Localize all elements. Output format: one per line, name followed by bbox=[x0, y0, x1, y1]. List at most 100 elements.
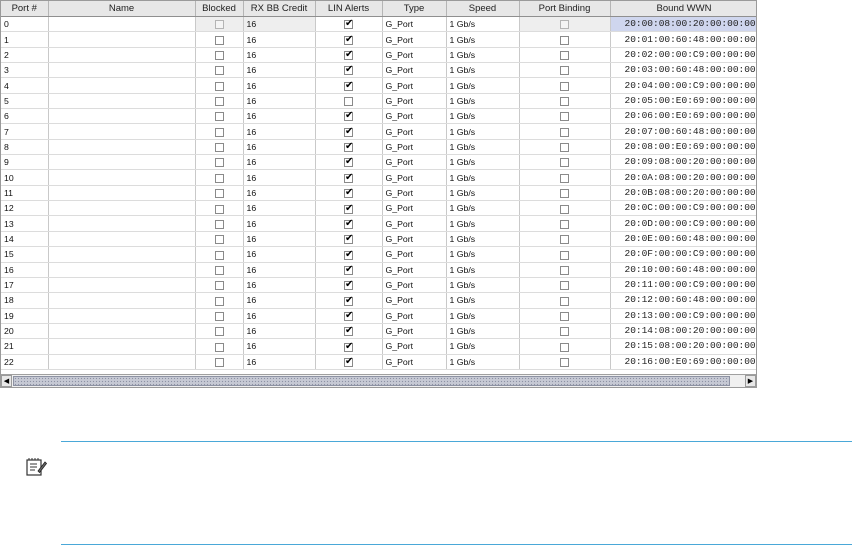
lin-alerts-checkbox[interactable] bbox=[344, 34, 353, 46]
scroll-left-arrow-icon[interactable]: ◀ bbox=[1, 375, 12, 387]
bound-wwn-cell[interactable]: 20:0D:00:00:C9:00:00:00 bbox=[610, 215, 756, 232]
port-name-cell[interactable] bbox=[48, 185, 196, 202]
table-row[interactable]: 21 16 G_Port1 Gb/s 20:15:08:00:20:00:00:00 bbox=[1, 338, 756, 355]
table-row[interactable]: 8 16 G_Port1 Gb/s 20:08:00:E0:69:00:00:00 bbox=[1, 139, 756, 156]
lin-alerts-checkbox[interactable] bbox=[344, 295, 353, 307]
rx-bb-credit-cell[interactable]: 16 bbox=[243, 47, 316, 64]
port-binding-checkbox[interactable] bbox=[560, 81, 569, 91]
port-binding-checkbox[interactable] bbox=[560, 219, 569, 229]
blocked-checkbox[interactable] bbox=[214, 342, 224, 352]
port-binding-checkbox[interactable] bbox=[560, 127, 569, 137]
blocked-checkbox[interactable] bbox=[214, 311, 224, 321]
lin-alerts-checkbox[interactable] bbox=[344, 341, 353, 353]
lin-alerts-checkbox[interactable] bbox=[344, 233, 353, 245]
rx-bb-credit-cell[interactable]: 16 bbox=[243, 338, 316, 355]
port-binding-checkbox[interactable] bbox=[560, 143, 569, 153]
bound-wwn-cell[interactable]: 20:15:08:00:20:00:00:00 bbox=[610, 338, 756, 355]
blocked-checkbox[interactable] bbox=[214, 173, 224, 183]
rx-bb-credit-cell[interactable]: 16 bbox=[243, 308, 316, 324]
rx-bb-credit-cell[interactable]: 16 bbox=[243, 277, 316, 294]
bound-wwn-cell[interactable]: 20:0A:08:00:20:00:00:00 bbox=[610, 169, 756, 186]
port-binding-checkbox[interactable] bbox=[560, 281, 569, 291]
blocked-checkbox[interactable] bbox=[214, 127, 224, 137]
table-row[interactable]: 9 16 G_Port1 Gb/s 20:09:08:00:20:00:00:00 bbox=[1, 154, 756, 171]
port-name-cell[interactable] bbox=[48, 338, 196, 355]
port-binding-checkbox[interactable] bbox=[560, 204, 569, 214]
port-binding-checkbox[interactable] bbox=[560, 112, 569, 122]
rx-bb-credit-cell[interactable]: 16 bbox=[243, 62, 316, 79]
bound-wwn-cell[interactable]: 20:16:00:E0:69:00:00:00 bbox=[610, 354, 756, 370]
rx-bb-credit-cell[interactable]: 16 bbox=[243, 185, 316, 202]
blocked-checkbox[interactable] bbox=[214, 296, 224, 306]
table-row[interactable]: 15 16 G_Port1 Gb/s 20:0F:00:00:C9:00:00:00 bbox=[1, 246, 756, 263]
blocked-checkbox[interactable] bbox=[214, 219, 224, 229]
bound-wwn-cell[interactable]: 20:11:00:00:C9:00:00:00 bbox=[610, 277, 756, 294]
column-header-name[interactable]: Name bbox=[48, 1, 196, 17]
lin-alerts-checkbox[interactable] bbox=[344, 18, 353, 30]
port-name-cell[interactable] bbox=[48, 16, 196, 33]
port-name-cell[interactable] bbox=[48, 77, 196, 94]
port-name-cell[interactable] bbox=[48, 277, 196, 294]
lin-alerts-checkbox[interactable] bbox=[344, 218, 353, 230]
bound-wwn-cell[interactable]: 20:12:00:60:48:00:00:00 bbox=[610, 292, 756, 309]
lin-alerts-checkbox[interactable] bbox=[344, 97, 353, 107]
port-name-cell[interactable] bbox=[48, 47, 196, 64]
port-binding-checkbox[interactable] bbox=[560, 158, 569, 168]
blocked-checkbox[interactable] bbox=[214, 112, 224, 122]
lin-alerts-checkbox[interactable] bbox=[344, 203, 353, 215]
blocked-checkbox[interactable] bbox=[214, 51, 224, 61]
table-row[interactable]: 10 16 G_Port1 Gb/s 20:0A:08:00:20:00:00:00 bbox=[1, 169, 756, 186]
bound-wwn-cell[interactable]: 20:0B:08:00:20:00:00:00 bbox=[610, 185, 756, 202]
bound-wwn-cell[interactable]: 20:00:08:00:20:00:00:00 bbox=[610, 16, 756, 33]
port-binding-checkbox[interactable] bbox=[560, 35, 569, 45]
port-name-cell[interactable] bbox=[48, 31, 196, 48]
port-binding-checkbox[interactable] bbox=[560, 311, 569, 321]
table-row[interactable]: 18 16 G_Port1 Gb/s 20:12:00:60:48:00:00:00 bbox=[1, 292, 756, 309]
port-binding-checkbox[interactable] bbox=[560, 173, 569, 183]
column-header-speed[interactable]: Speed bbox=[446, 1, 520, 17]
rx-bb-credit-cell[interactable]: 16 bbox=[243, 354, 316, 370]
bound-wwn-cell[interactable]: 20:14:08:00:20:00:00:00 bbox=[610, 323, 756, 340]
port-name-cell[interactable] bbox=[48, 308, 196, 324]
port-binding-checkbox[interactable] bbox=[560, 189, 569, 199]
port-name-cell[interactable] bbox=[48, 231, 196, 248]
table-row[interactable]: 0 16 G_Port1 Gb/s 20:00:08:00:20:00:00:00 bbox=[1, 16, 756, 33]
table-row[interactable]: 14 16 G_Port1 Gb/s 20:0E:00:60:48:00:00:00 bbox=[1, 231, 756, 248]
rx-bb-credit-cell[interactable]: 16 bbox=[243, 77, 316, 94]
lin-alerts-checkbox[interactable] bbox=[344, 49, 353, 61]
port-name-cell[interactable] bbox=[48, 93, 196, 110]
bound-wwn-cell[interactable]: 20:0F:00:00:C9:00:00:00 bbox=[610, 246, 756, 263]
lin-alerts-checkbox[interactable] bbox=[344, 141, 353, 153]
rx-bb-credit-cell[interactable]: 16 bbox=[243, 108, 316, 125]
blocked-checkbox[interactable] bbox=[214, 97, 224, 107]
port-binding-checkbox[interactable] bbox=[560, 97, 569, 107]
table-row[interactable]: 22 16 G_Port1 Gb/s 20:16:00:E0:69:00:00:00 bbox=[1, 354, 756, 370]
table-row[interactable]: 5 16 G_Port 1 Gb/s 20:05:00:E0:69:00:00:00 bbox=[1, 93, 756, 110]
port-name-cell[interactable] bbox=[48, 323, 196, 340]
lin-alerts-checkbox[interactable] bbox=[344, 325, 353, 337]
blocked-checkbox[interactable] bbox=[214, 250, 224, 260]
column-header-lin[interactable]: LIN Alerts bbox=[315, 1, 383, 17]
port-binding-checkbox[interactable] bbox=[560, 20, 569, 30]
column-header-port[interactable]: Port # bbox=[1, 1, 49, 17]
bound-wwn-cell[interactable]: 20:08:00:E0:69:00:00:00 bbox=[610, 139, 756, 156]
bound-wwn-cell[interactable]: 20:02:00:00:C9:00:00:00 bbox=[610, 47, 756, 64]
bound-wwn-cell[interactable]: 20:06:00:E0:69:00:00:00 bbox=[610, 108, 756, 125]
rx-bb-credit-cell[interactable]: 16 bbox=[243, 262, 316, 278]
port-name-cell[interactable] bbox=[48, 246, 196, 263]
blocked-checkbox[interactable] bbox=[214, 204, 224, 214]
port-name-cell[interactable] bbox=[48, 108, 196, 125]
lin-alerts-checkbox[interactable] bbox=[344, 279, 353, 291]
table-row[interactable]: 7 16 G_Port1 Gb/s 20:07:00:60:48:00:00:00 bbox=[1, 123, 756, 140]
column-header-rx[interactable]: RX BB Credit bbox=[243, 1, 316, 17]
rx-bb-credit-cell[interactable]: 16 bbox=[243, 231, 316, 248]
table-row[interactable]: 19 16 G_Port1 Gb/s 20:13:00:00:C9:00:00:00 bbox=[1, 308, 756, 324]
port-name-cell[interactable] bbox=[48, 169, 196, 186]
rx-bb-credit-cell[interactable]: 16 bbox=[243, 123, 316, 140]
column-header-blocked[interactable]: Blocked bbox=[195, 1, 244, 17]
lin-alerts-checkbox[interactable] bbox=[344, 110, 353, 122]
blocked-checkbox[interactable] bbox=[214, 235, 224, 245]
bound-wwn-cell[interactable]: 20:07:00:60:48:00:00:00 bbox=[610, 123, 756, 140]
scroll-right-arrow-icon[interactable]: ▶ bbox=[745, 375, 756, 387]
port-name-cell[interactable] bbox=[48, 154, 196, 171]
